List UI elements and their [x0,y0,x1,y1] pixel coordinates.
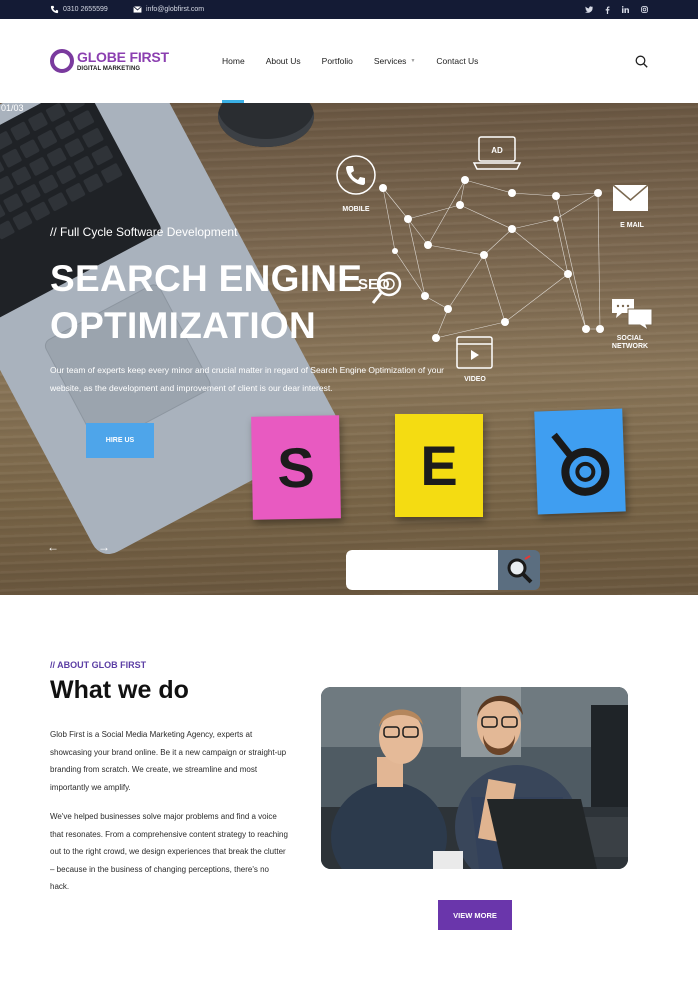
graph-label-seo: SEO [358,276,390,293]
graph-label-video: VIDEO [464,376,486,383]
site-header: GLOBE FIRST DIGITAL MARKETING Home About… [0,19,698,103]
magnifier-o-icon [551,432,610,496]
nav-item-label: About Us [265,56,301,66]
graph-label-ad: AD [491,146,503,155]
site-logo[interactable]: GLOBE FIRST DIGITAL MARKETING [50,49,169,73]
chat-bubbles-icon [612,299,653,332]
arrow-right-icon[interactable]: → [98,540,110,554]
nav-item-contact-us[interactable]: Contact Us [436,19,478,103]
phone-number: 0310 2655599 [63,6,108,13]
hero-headline: SEARCH ENGINE OPTIMIZATION [50,255,362,349]
nav-item-services[interactable]: Services ▼ [374,19,416,103]
social-links [585,0,648,19]
sticky-note-s: S [251,415,341,520]
nav-item-home[interactable]: Home [222,19,245,103]
hero-search-input[interactable] [346,550,498,590]
mail-icon [133,6,142,13]
about-text: Glob First is a Social Media Marketing A… [50,726,290,896]
instagram-icon[interactable] [641,6,648,13]
hero-search-button[interactable] [498,550,540,590]
about-paragraph: We've helped businesses solve major prob… [50,812,288,891]
nav-item-label: Portfolio [321,56,353,66]
nav-item-about-us[interactable]: About Us [266,19,301,103]
linkedin-icon[interactable] [622,6,629,13]
phone-contact[interactable]: 0310 2655599 [50,0,108,19]
team-photo-illustration [321,687,628,869]
graph-label-social: SOCIAL [617,335,644,342]
graph-label-network: NETWORK [612,343,648,350]
hero-search-bar [346,550,540,590]
hire-us-button[interactable]: HIRE US [86,423,154,458]
nav-item-label: Services [373,56,407,66]
search-icon[interactable] [635,55,648,73]
sticky-note-e: E [395,414,483,517]
chevron-down-icon: ▼ [410,58,416,64]
phone-icon [336,155,376,195]
logo-subtitle: DIGITAL MARKETING [77,66,141,72]
twitter-icon[interactable] [585,6,593,13]
team-photo [321,687,628,869]
sticky-note-o [534,408,626,515]
hero-headline-line1: SEARCH ENGINE [50,258,363,299]
graph-label-email: E MAIL [620,222,644,229]
nav-item-label: Contact Us [436,56,479,66]
nav-item-label: Home [222,56,245,66]
email-address: info@globfirst.com [146,6,205,13]
hero-slider: MOBILE AD E MAIL SEO VIDEO SOCIAL NETWOR… [0,103,698,595]
slide-counter: 01/03 [1,103,24,113]
phone-icon [50,5,59,14]
mail-icon [612,184,649,211]
main-nav: Home About Us Portfolio Services ▼ Conta… [222,19,499,103]
hero-description: Our team of experts keep every minor and… [50,365,445,393]
arrow-left-icon[interactable]: ← [47,540,59,554]
about-kicker: // ABOUT GLOB FIRST [50,660,147,670]
logo-ring-icon [50,49,74,73]
hero-headline-line2: OPTIMIZATION [50,305,316,346]
seo-network-graphic: MOBILE AD E MAIL SEO VIDEO SOCIAL NETWOR… [336,136,653,383]
search-icon [507,555,533,584]
about-paragraph: Glob First is a Social Media Marketing A… [50,730,287,792]
view-more-button[interactable]: VIEW MORE [438,900,512,930]
video-icon [456,336,493,369]
logo-title: GLOBE FIRST [77,49,169,65]
top-bar: 0310 2655599 info@globfirst.com [0,0,698,19]
nav-item-portfolio[interactable]: Portfolio [322,19,353,103]
facebook-icon[interactable] [605,5,610,14]
email-contact[interactable]: info@globfirst.com [133,0,204,19]
about-title: What we do [50,676,189,704]
graph-label-mobile: MOBILE [342,206,370,213]
hero-kicker: // Full Cycle Software Development [50,225,238,239]
